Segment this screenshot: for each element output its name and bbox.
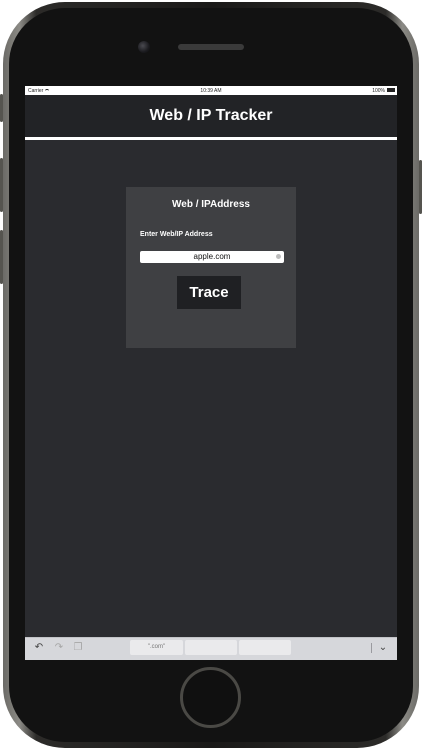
battery-icon xyxy=(387,88,395,92)
keyboard-shortcut-bar: ↶ ↷ ❐ ".com" ⌄ xyxy=(25,637,397,660)
battery-percent: 100% xyxy=(372,88,385,94)
address-input-value: apple.com xyxy=(193,252,231,261)
front-camera xyxy=(138,41,150,53)
suggestion-3[interactable] xyxy=(239,640,291,655)
silent-switch xyxy=(0,94,3,122)
trace-button[interactable]: Trace xyxy=(177,276,241,309)
app-screen: Carrier 10:39 AM 100% Web / IP Tracker W… xyxy=(25,86,397,660)
address-field-label: Enter Web/IP Address xyxy=(140,231,213,238)
status-time: 10:39 AM xyxy=(200,88,222,94)
suggestion-2[interactable] xyxy=(185,640,237,655)
nav-divider xyxy=(25,137,397,140)
card-title: Web / IPAddress xyxy=(172,199,250,210)
page-title: Web / IP Tracker xyxy=(149,107,273,124)
status-bar: Carrier 10:39 AM 100% xyxy=(25,86,397,95)
home-button[interactable] xyxy=(180,667,241,728)
earpiece-speaker xyxy=(178,44,244,50)
chevron-down-icon[interactable]: ⌄ xyxy=(377,642,389,654)
lookup-card: Web / IPAddress Enter Web/IP Address app… xyxy=(126,187,296,348)
paste-icon[interactable]: ❐ xyxy=(72,642,84,654)
suggestion-1[interactable]: ".com" xyxy=(130,640,183,655)
keyboard-bar-divider xyxy=(371,643,372,653)
clear-icon[interactable] xyxy=(276,254,281,259)
volume-down-button xyxy=(0,230,3,284)
undo-icon[interactable]: ↶ xyxy=(33,642,45,654)
address-input[interactable]: apple.com xyxy=(140,251,284,263)
redo-icon[interactable]: ↷ xyxy=(53,642,65,654)
navigation-bar: Web / IP Tracker xyxy=(25,95,397,137)
volume-up-button xyxy=(0,158,3,212)
